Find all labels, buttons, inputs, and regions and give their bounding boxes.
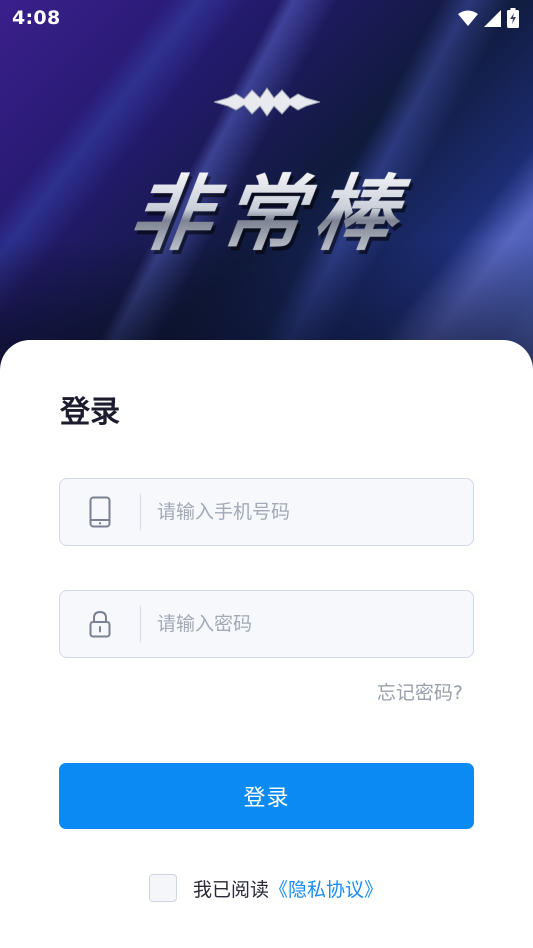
status-time: 4:08 [12,7,61,29]
phone-icon [60,479,140,545]
password-input[interactable] [141,591,473,657]
hero-title: 非常棒 [70,160,465,270]
battery-charging-icon [507,8,519,28]
lock-icon [60,591,140,657]
login-button[interactable]: 登录 [59,763,474,829]
password-field[interactable] [59,590,474,658]
privacy-policy-link[interactable]: 《隐私协议》 [269,875,383,902]
logo-emblem-icon [214,87,320,117]
status-icons [458,8,519,28]
status-bar: 4:08 [0,0,533,36]
login-card: 登录 忘记密码? 登录 我已阅读 《隐私协议》 [0,340,533,948]
phone-input[interactable] [141,479,473,545]
agree-checkbox[interactable] [149,874,177,902]
phone-field[interactable] [59,478,474,546]
signal-icon [484,9,501,27]
login-title: 登录 [60,395,120,430]
wifi-icon [458,10,478,26]
privacy-agreement: 我已阅读 《隐私协议》 [149,874,383,902]
hero-banner: 非常棒 [0,0,533,380]
agreement-text: 我已阅读 [193,878,270,901]
forgot-password-link[interactable]: 忘记密码? [377,678,463,705]
